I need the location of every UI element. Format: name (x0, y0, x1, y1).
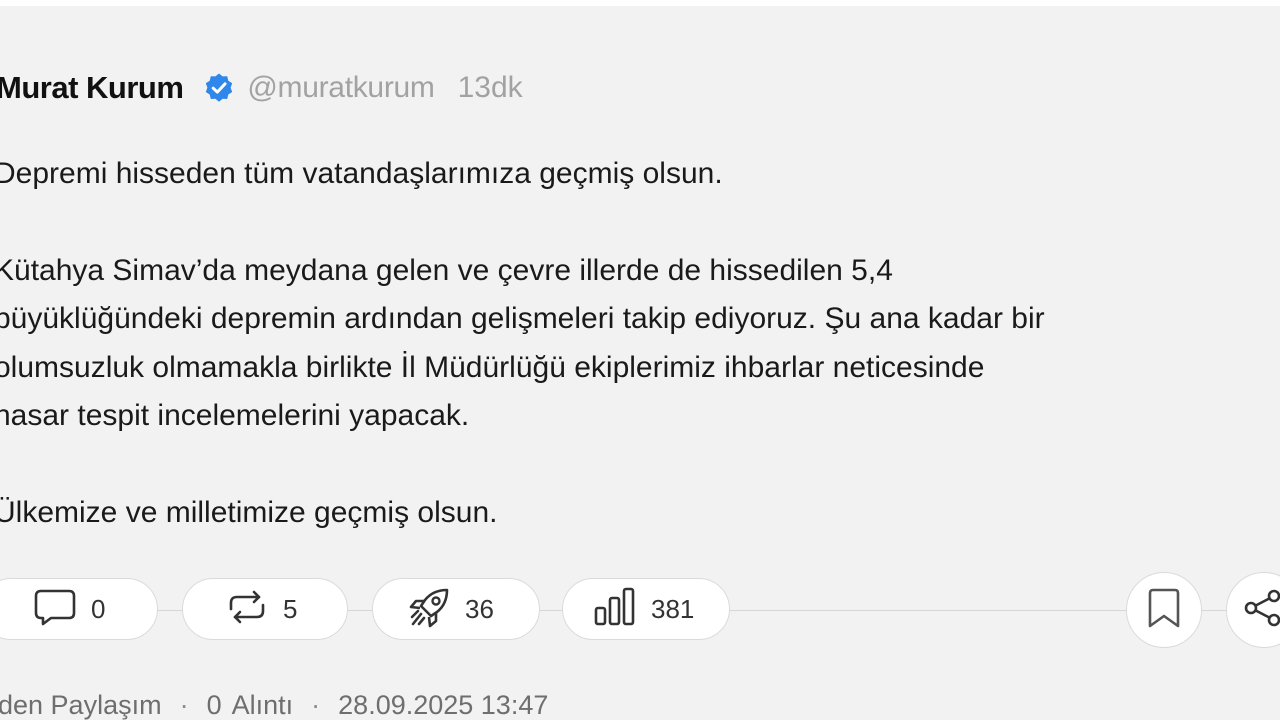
quotes-count[interactable]: 0 (207, 690, 222, 721)
separator-dot: · (179, 690, 189, 720)
views-count: 381 (651, 593, 695, 624)
bar-chart-icon (593, 586, 637, 633)
post-meta: den Paylaşım · 0 Alıntı · 28.09.2025 13:… (0, 690, 548, 721)
comment-count: 0 (91, 593, 106, 624)
rocket-count: 36 (465, 593, 494, 624)
post-line: Kütahya Simav’da meydana gelen ve çevre … (0, 253, 893, 287)
post-line: büyüklüğündeki depremin ardından gelişme… (0, 302, 1045, 335)
bookmark-icon (1146, 587, 1182, 634)
post-datetime: 28.09.2025 13:47 (338, 690, 549, 720)
rocket-button[interactable]: 36 (372, 578, 540, 640)
author-name[interactable]: Murat Kurum (0, 70, 184, 106)
author-handle[interactable]: @muratkurum (247, 71, 435, 105)
bookmark-button[interactable] (1126, 572, 1202, 648)
separator-dot: · (311, 690, 321, 720)
verified-badge-icon (203, 72, 235, 104)
comment-icon (33, 587, 77, 632)
rocket-icon (407, 584, 453, 635)
post-time[interactable]: 13dk (458, 71, 523, 105)
post-paragraph: Depremi hisseden tüm vatandaşlarımıza ge… (0, 157, 723, 190)
post-body: Depremi hisseden tüm vatandaşlarımıza ge… (0, 150, 1280, 537)
views-button[interactable]: 381 (562, 578, 730, 640)
share-button[interactable] (1226, 572, 1280, 648)
post-header: Murat Kurum @muratkurum 13dk (0, 68, 523, 108)
shares-label[interactable]: den Paylaşım (0, 690, 162, 721)
comment-button[interactable]: 0 (0, 578, 158, 640)
repost-button[interactable]: 5 (182, 578, 348, 640)
post-line: hasar tespit incelemelerini yapacak. (0, 399, 470, 432)
share-icon (1243, 588, 1280, 633)
repost-count: 5 (283, 593, 298, 624)
post-card: Murat Kurum @muratkurum 13dk Depremi his… (0, 6, 1280, 720)
quotes-label[interactable]: Alıntı (232, 690, 294, 721)
post-line: olumsuzluk olmamakla birlikte İl Müdürlü… (0, 350, 985, 384)
repost-icon (225, 589, 269, 630)
post-paragraph: Ülkemize ve milletimize geçmiş olsun. (0, 495, 498, 529)
